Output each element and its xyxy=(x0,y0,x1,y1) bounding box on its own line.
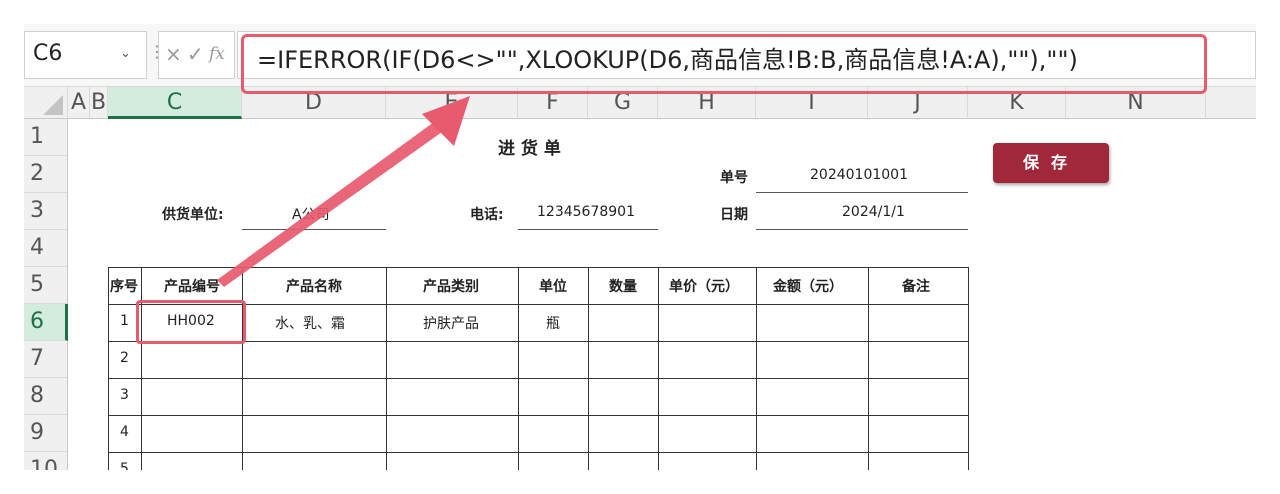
cancel-icon[interactable]: × xyxy=(165,42,182,66)
table-line xyxy=(518,267,519,470)
row-header-7[interactable]: 7 xyxy=(24,341,68,378)
table-line xyxy=(968,267,969,470)
supplier-label: 供货单位: xyxy=(162,207,224,223)
formula-text: =IFERROR(IF(D6<>"",XLOOKUP(D6,商品信息!B:B,商… xyxy=(257,46,1078,74)
name-box-value: C6 xyxy=(33,41,63,66)
table-line xyxy=(588,267,589,470)
table-cell-index[interactable]: 3 xyxy=(120,387,129,403)
selected-cell-highlight xyxy=(136,300,246,344)
column-header-c[interactable]: C xyxy=(108,87,242,119)
date-value[interactable]: 2024/1/1 xyxy=(842,204,905,220)
order-no-label: 单号 xyxy=(720,170,748,186)
phone-label: 电话: xyxy=(470,207,504,223)
date-label: 日期 xyxy=(720,207,748,223)
column-header-n[interactable]: N xyxy=(1066,87,1206,119)
phone-value[interactable]: 12345678901 xyxy=(537,204,635,220)
table-header-index: 序号 xyxy=(110,279,138,295)
column-header-i[interactable]: I xyxy=(756,87,868,119)
table-header-amount: 金额（元） xyxy=(773,279,843,295)
date-underline xyxy=(756,229,968,230)
row-header-1[interactable]: 1 xyxy=(24,119,68,156)
save-button[interactable]: 保存 xyxy=(993,143,1109,183)
table-header-quantity: 数量 xyxy=(609,279,637,295)
column-header-g[interactable]: G xyxy=(588,87,658,119)
formula-buttons: × ✓ fx xyxy=(158,31,235,79)
table-line xyxy=(108,452,968,453)
row-header-5[interactable]: 5 xyxy=(24,267,68,304)
formula-bar: C6 ⌄ ⋮ × ✓ fx =IFERROR(IF(D6<>"",XLOOKUP… xyxy=(24,24,1256,87)
table-cell-index[interactable]: 2 xyxy=(120,350,129,366)
table-line xyxy=(108,267,109,470)
table-header-remark: 备注 xyxy=(902,279,930,295)
enter-icon[interactable]: ✓ xyxy=(187,42,204,66)
form-title: 进 货 单 xyxy=(498,139,561,159)
table-header-product-code: 产品编号 xyxy=(164,279,220,295)
table-cell-unit[interactable]: 瓶 xyxy=(546,313,560,333)
name-box[interactable]: C6 ⌄ xyxy=(24,31,147,79)
row-header-3[interactable]: 3 xyxy=(24,193,68,230)
order-no-value[interactable]: 20240101001 xyxy=(810,167,908,183)
table-line xyxy=(868,267,869,470)
table-border-top xyxy=(108,267,968,268)
column-header-h[interactable]: H xyxy=(658,87,756,119)
table-header-product-category: 产品类别 xyxy=(423,279,479,295)
table-header-unit: 单位 xyxy=(539,279,567,295)
column-header-b[interactable]: B xyxy=(90,87,108,119)
phone-underline xyxy=(518,229,658,230)
row-header-4[interactable]: 4 xyxy=(24,230,68,267)
supplier-underline xyxy=(242,229,386,230)
column-header-f[interactable]: F xyxy=(518,87,588,119)
row-header-10[interactable]: 10 xyxy=(24,452,68,470)
row-header-2[interactable]: 2 xyxy=(24,156,68,193)
column-header-blank xyxy=(1206,87,1256,119)
row-header-6[interactable]: 6 xyxy=(24,304,68,341)
table-header-product-name: 产品名称 xyxy=(286,279,342,295)
table-line xyxy=(756,267,757,470)
fx-icon[interactable]: fx xyxy=(209,44,225,64)
row-header-9[interactable]: 9 xyxy=(24,415,68,452)
table-line xyxy=(141,267,142,470)
select-all-corner[interactable] xyxy=(24,87,68,119)
order-no-underline xyxy=(756,192,968,193)
table-cell-index[interactable]: 5 xyxy=(120,461,129,470)
table-line xyxy=(386,267,387,470)
column-header-d[interactable]: D xyxy=(242,87,386,119)
chevron-down-icon[interactable]: ⌄ xyxy=(120,46,131,61)
column-header-e[interactable]: E xyxy=(386,87,518,119)
supplier-value[interactable]: A公司 xyxy=(292,204,330,224)
column-header-a[interactable]: A xyxy=(68,87,90,119)
table-line xyxy=(658,267,659,470)
spreadsheet: C6 ⌄ ⋮ × ✓ fx =IFERROR(IF(D6<>"",XLOOKUP… xyxy=(24,24,1256,470)
row-header-8[interactable]: 8 xyxy=(24,378,68,415)
column-header-k[interactable]: K xyxy=(968,87,1066,119)
table-line xyxy=(108,378,968,379)
table-line xyxy=(108,415,968,416)
table-cell-index[interactable]: 4 xyxy=(120,424,129,440)
table-cell-product-category[interactable]: 护肤产品 xyxy=(423,313,479,333)
table-cell-index[interactable]: 1 xyxy=(120,313,129,329)
table-line xyxy=(242,267,243,470)
table-header-unit-price: 单价（元） xyxy=(669,279,739,295)
table-cell-product-name[interactable]: 水、乳、霜 xyxy=(275,313,345,333)
column-header-j[interactable]: J xyxy=(868,87,968,119)
